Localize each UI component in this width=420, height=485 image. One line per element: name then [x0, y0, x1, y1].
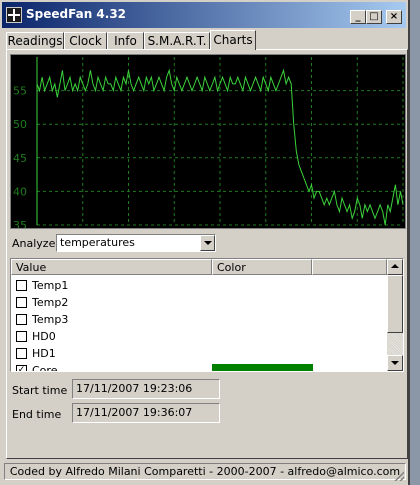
- tab-charts[interactable]: Charts: [210, 30, 256, 50]
- checkbox[interactable]: [16, 280, 27, 291]
- window-title: SpeedFan 4.32: [26, 7, 127, 21]
- checkbox[interactable]: [16, 314, 27, 325]
- tab-info[interactable]: Info: [107, 32, 144, 49]
- list-item[interactable]: HD1: [11, 345, 387, 362]
- y-tick-label: 55: [13, 85, 27, 98]
- color-swatch[interactable]: [212, 364, 313, 371]
- list-item-label: HD0: [32, 330, 56, 343]
- analyze-select-value: temperatures: [60, 236, 135, 249]
- list-item-label: Temp2: [32, 296, 69, 309]
- close-button[interactable]: ×: [386, 10, 402, 24]
- start-time-field: 17/11/2007 19:23:06: [72, 379, 220, 399]
- start-time-label: Start time: [12, 384, 68, 397]
- maximize-button[interactable]: □: [366, 10, 382, 24]
- list-item-label: Core: [32, 364, 58, 372]
- end-time-field: 17/11/2007 19:36:07: [72, 403, 220, 423]
- app-icon[interactable]: [6, 7, 22, 23]
- chart-plot: 55 50 45 40 35: [13, 57, 404, 232]
- speedfan-window: SpeedFan 4.32 _ □ × Readings Clock Info …: [0, 0, 410, 485]
- list-item[interactable]: Temp1: [11, 277, 387, 294]
- y-tick-label: 45: [13, 152, 27, 165]
- y-tick-label: 35: [13, 219, 27, 228]
- checkbox[interactable]: [16, 348, 27, 359]
- tab-readings[interactable]: Readings: [6, 32, 64, 49]
- list-item[interactable]: Temp3: [11, 311, 387, 328]
- color-swatch[interactable]: [212, 279, 313, 293]
- checkbox[interactable]: ✓: [16, 365, 27, 371]
- analyze-label: Analyze: [12, 237, 56, 250]
- temperature-chart: 55 50 45 40 35: [10, 54, 406, 232]
- end-time-label: End time: [12, 408, 62, 421]
- analyze-select[interactable]: temperatures: [56, 234, 216, 252]
- list-item-label: HD1: [32, 347, 56, 360]
- list-item-label: Temp3: [32, 313, 69, 326]
- checkbox[interactable]: [16, 331, 27, 342]
- scroll-down-button[interactable]: [387, 355, 403, 371]
- color-swatch[interactable]: [212, 330, 313, 344]
- color-swatch[interactable]: [212, 313, 313, 327]
- vertical-scrollbar[interactable]: [387, 259, 403, 371]
- list-item[interactable]: Temp2: [11, 294, 387, 311]
- chevron-down-icon[interactable]: [200, 235, 215, 251]
- column-header-value[interactable]: Value: [11, 259, 212, 275]
- y-tick-label: 40: [13, 185, 27, 198]
- tab-smart[interactable]: S.M.A.R.T.: [144, 32, 210, 49]
- minimize-button[interactable]: _: [350, 10, 366, 24]
- tab-clock[interactable]: Clock: [64, 32, 107, 49]
- column-header-color[interactable]: Color: [212, 259, 312, 275]
- series-list[interactable]: Value Color Temp1 Temp2 Temp3 HD0 HD1 ✓ …: [10, 258, 404, 372]
- checkbox[interactable]: [16, 297, 27, 308]
- list-item-label: Temp1: [32, 279, 69, 292]
- status-bar: Coded by Alfredo Milani Comparetti - 200…: [4, 463, 406, 480]
- resize-grip[interactable]: [394, 471, 404, 481]
- color-swatch[interactable]: [212, 296, 313, 310]
- y-tick-label: 50: [13, 118, 27, 131]
- list-item[interactable]: ✓ Core: [11, 362, 387, 372]
- color-swatch[interactable]: [212, 347, 313, 361]
- title-bar[interactable]: SpeedFan 4.32 _ □ ×: [2, 2, 406, 28]
- scroll-up-button[interactable]: [387, 259, 403, 275]
- column-header-filler: [312, 259, 387, 275]
- list-item[interactable]: HD0: [11, 328, 387, 345]
- scroll-thumb[interactable]: [387, 275, 403, 333]
